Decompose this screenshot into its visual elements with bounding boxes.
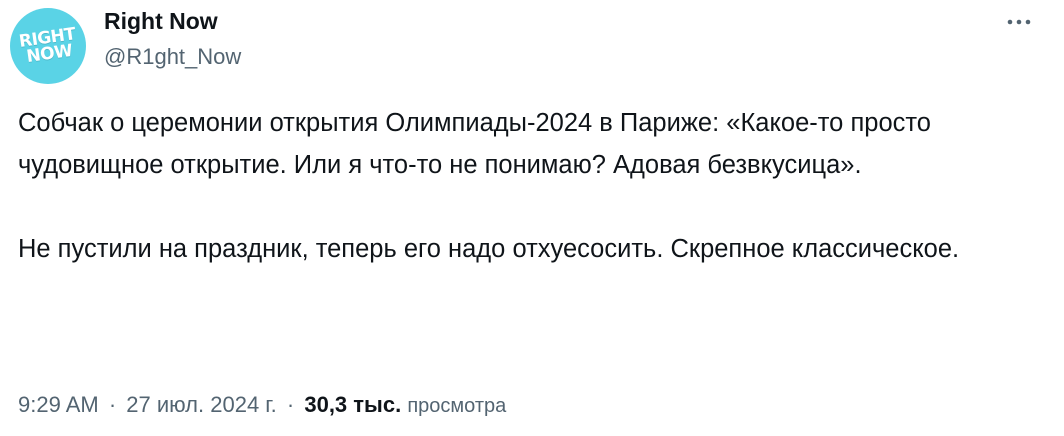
more-options-button[interactable]: [1004, 10, 1034, 34]
tweet-time: 9:29 AM: [18, 392, 99, 417]
avatar-logo-line2: NOW: [24, 40, 74, 68]
separator: ·: [286, 392, 295, 417]
tweet-card: RIGHT NOW Right Now @R1ght_Now Собчак о …: [0, 0, 1064, 436]
tweet-date: 27 июл. 2024 г.: [126, 392, 277, 417]
author-display-name[interactable]: Right Now: [104, 6, 218, 36]
avatar[interactable]: RIGHT NOW: [10, 8, 86, 84]
tweet-timestamp-link[interactable]: 9:29 AM · 27 июл. 2024 г.: [18, 392, 277, 417]
tweet-paragraph-2: Не пустили на праздник, теперь его надо …: [18, 235, 960, 263]
tweet-meta: 9:29 AM · 27 июл. 2024 г. · 30,3 тыс. пр…: [18, 390, 506, 421]
views-label: просмотра: [407, 395, 507, 417]
views-count: 30,3 тыс.: [304, 392, 402, 417]
tweet-text: Собчак о церемонии открытия Олимпиады-20…: [18, 102, 1038, 270]
more-horizontal-icon: [1007, 19, 1031, 25]
separator: ·: [108, 392, 117, 417]
tweet-paragraph-1: Собчак о церемонии открытия Олимпиады-20…: [18, 109, 931, 179]
avatar-logo: RIGHT NOW: [17, 24, 79, 68]
author-handle[interactable]: @R1ght_Now: [104, 43, 241, 71]
